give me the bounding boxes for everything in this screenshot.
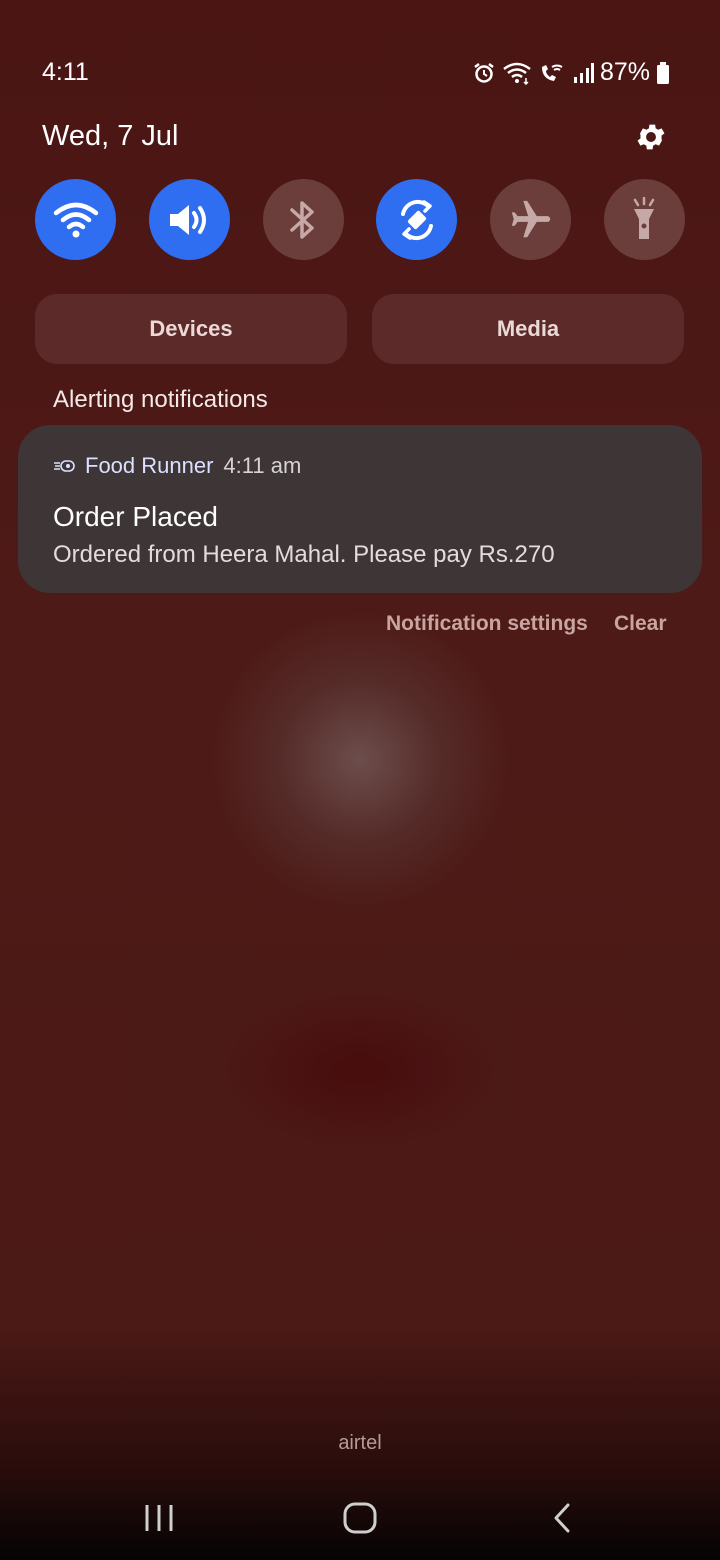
home-icon: [343, 1502, 377, 1534]
gear-icon[interactable]: [634, 120, 668, 154]
bluetooth-icon: [290, 200, 314, 239]
airplane-icon: [511, 200, 550, 237]
tile-bluetooth[interactable]: [262, 179, 344, 260]
alarm-icon: [474, 62, 494, 83]
tile-airplane[interactable]: [490, 179, 572, 260]
auto-rotate-icon: [400, 199, 433, 240]
battery-percent: 87%: [599, 58, 650, 86]
status-icons: 87%: [472, 58, 670, 87]
tile-flashlight[interactable]: [603, 179, 685, 260]
tile-sound[interactable]: [148, 179, 230, 260]
back-button[interactable]: [532, 1495, 592, 1541]
date-label: Wed, 7 Jul: [42, 120, 179, 152]
wifi-calling-icon: [541, 64, 563, 81]
notification-body: Ordered from Heera Mahal. Please pay Rs.…: [53, 541, 555, 568]
quick-settings-tiles: [35, 179, 685, 260]
notification-header: Food Runner 4:11 am: [53, 453, 301, 479]
notification-card[interactable]: Food Runner 4:11 am Order Placed Ordered…: [18, 425, 702, 593]
flashlight-icon: [634, 196, 655, 239]
media-button[interactable]: Media: [372, 294, 684, 364]
wifi-icon: [503, 62, 531, 85]
recent-apps-icon: [145, 1505, 173, 1531]
battery-icon: [657, 61, 669, 84]
clear-button[interactable]: Clear: [614, 612, 667, 636]
tile-auto-rotate[interactable]: [376, 179, 458, 260]
notification-time: 4:11 am: [223, 453, 302, 478]
signal-icon: [573, 62, 594, 83]
section-title: Alerting notifications: [53, 386, 268, 413]
notification-title: Order Placed: [53, 501, 218, 532]
recent-apps-button[interactable]: [129, 1495, 189, 1541]
food-runner-icon: [54, 460, 75, 472]
carrier-label: airtel: [338, 1432, 382, 1454]
notification-settings-button[interactable]: Notification settings: [386, 612, 588, 636]
status-time: 4:11: [42, 58, 89, 86]
app-name: Food Runner: [85, 453, 214, 478]
wifi-icon: [53, 202, 98, 237]
devices-button[interactable]: Devices: [35, 294, 347, 364]
back-icon: [554, 1503, 570, 1533]
home-button[interactable]: [330, 1495, 390, 1541]
tile-wifi[interactable]: [35, 179, 116, 260]
sound-icon: [170, 204, 207, 235]
